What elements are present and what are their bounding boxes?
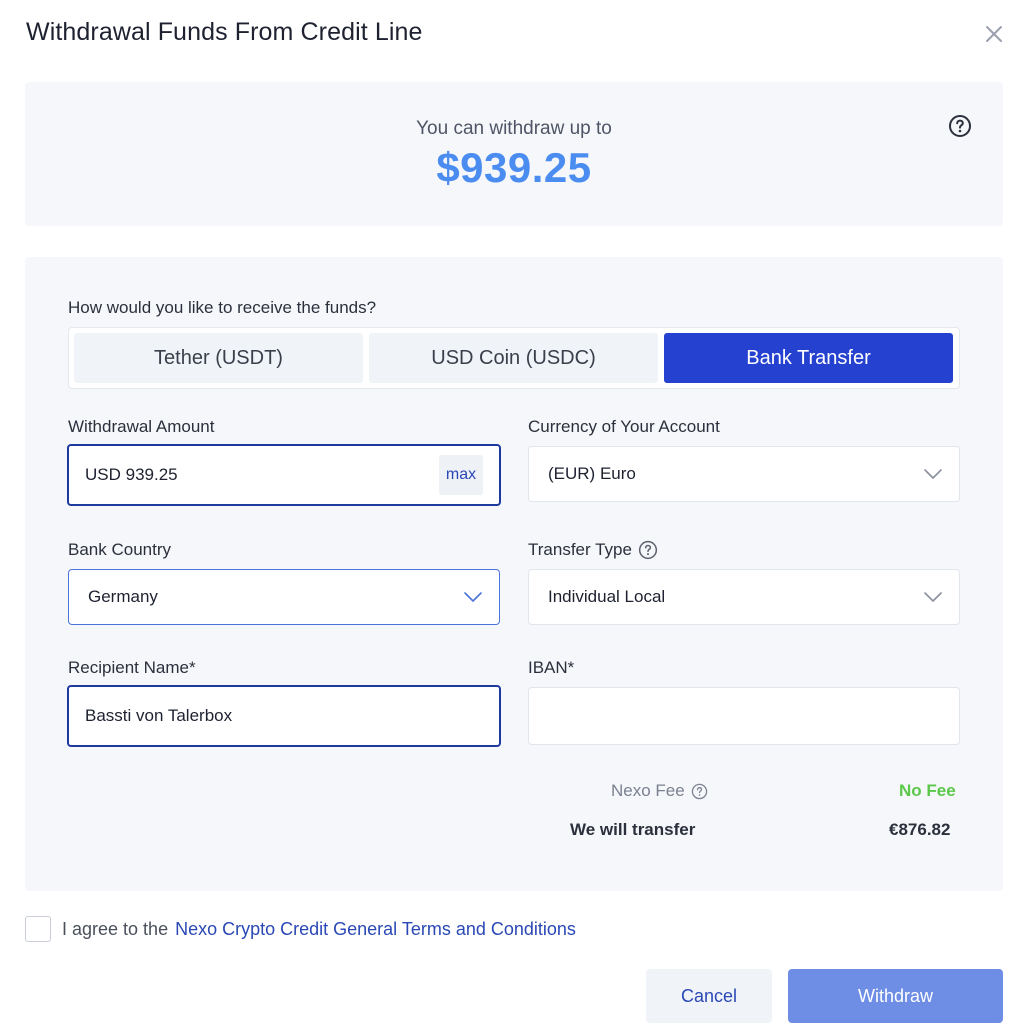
nexo-fee-label: Nexo Fee (611, 781, 708, 801)
method-option-usdt[interactable]: Tether (USDT) (74, 333, 363, 383)
withdrawal-amount-input[interactable]: USD 939.25 max (67, 444, 501, 506)
recipient-name-value: Bassti von Talerbox (85, 706, 233, 725)
help-icon[interactable] (638, 540, 658, 560)
recipient-name-input[interactable]: Bassti von Talerbox (67, 685, 501, 747)
nexo-fee-label-text: Nexo Fee (611, 781, 685, 800)
bank-country-label-text: Bank Country (68, 540, 171, 559)
chevron-down-icon (924, 592, 942, 602)
recipient-name-label-text: Recipient Name* (68, 658, 196, 677)
transfer-total-value: €876.82 (889, 820, 951, 839)
method-option-usdc[interactable]: USD Coin (USDC) (369, 333, 658, 383)
help-icon[interactable] (948, 114, 972, 138)
currency-label-text: Currency of Your Account (528, 417, 720, 436)
withdrawal-dialog: Withdrawal Funds From Credit Line You ca… (0, 0, 1024, 1024)
transfer-total-label: We will transfer (570, 820, 696, 839)
limit-caption: You can withdraw up to (416, 118, 612, 139)
method-option-bank-transfer[interactable]: Bank Transfer (664, 333, 953, 383)
dialog-title: Withdrawal Funds From Credit Line (26, 18, 423, 46)
limit-amount: $939.25 (436, 144, 592, 191)
chevron-down-icon (464, 592, 482, 602)
withdrawal-amount-label: Withdrawal Amount (68, 417, 214, 437)
iban-label: IBAN* (528, 658, 574, 678)
method-question: How would you like to receive the funds? (68, 298, 377, 317)
chevron-down-icon (924, 469, 942, 479)
terms-text: I agree to the (62, 918, 169, 939)
currency-label: Currency of Your Account (528, 417, 720, 437)
recipient-name-label: Recipient Name* (68, 658, 196, 678)
bank-country-value: Germany (88, 587, 158, 606)
withdraw-button[interactable]: Withdraw (788, 969, 1003, 1023)
cancel-button[interactable]: Cancel (646, 969, 772, 1023)
withdrawal-amount-label-text: Withdrawal Amount (68, 417, 215, 436)
withdraw-limit-panel: You can withdraw up to $939.25 (25, 82, 1003, 226)
method-selector: Tether (USDT) USD Coin (USDC) Bank Trans… (68, 327, 960, 389)
bank-country-select[interactable]: Germany (68, 569, 500, 625)
max-button[interactable]: max (439, 455, 483, 495)
withdrawal-form: How would you like to receive the funds?… (25, 257, 1003, 891)
transfer-type-label-text: Transfer Type (528, 540, 632, 559)
currency-value: (EUR) Euro (548, 464, 636, 483)
iban-input[interactable] (528, 687, 960, 745)
nexo-fee-value: No Fee (899, 781, 956, 800)
iban-label-text: IBAN* (528, 658, 575, 677)
transfer-type-label: Transfer Type (528, 540, 658, 560)
withdrawal-amount-value: USD 939.25 (85, 465, 178, 484)
bank-country-label: Bank Country (68, 540, 171, 560)
terms-link[interactable]: Nexo Crypto Credit General Terms and Con… (175, 919, 576, 940)
terms-checkbox[interactable] (25, 916, 51, 942)
currency-select[interactable]: (EUR) Euro (528, 446, 960, 502)
close-icon[interactable] (980, 20, 1008, 48)
transfer-type-select[interactable]: Individual Local (528, 569, 960, 625)
help-icon[interactable] (691, 783, 708, 800)
transfer-type-value: Individual Local (548, 587, 666, 606)
terms-agreement: I agree to the Nexo Crypto Credit Genera… (25, 916, 576, 942)
